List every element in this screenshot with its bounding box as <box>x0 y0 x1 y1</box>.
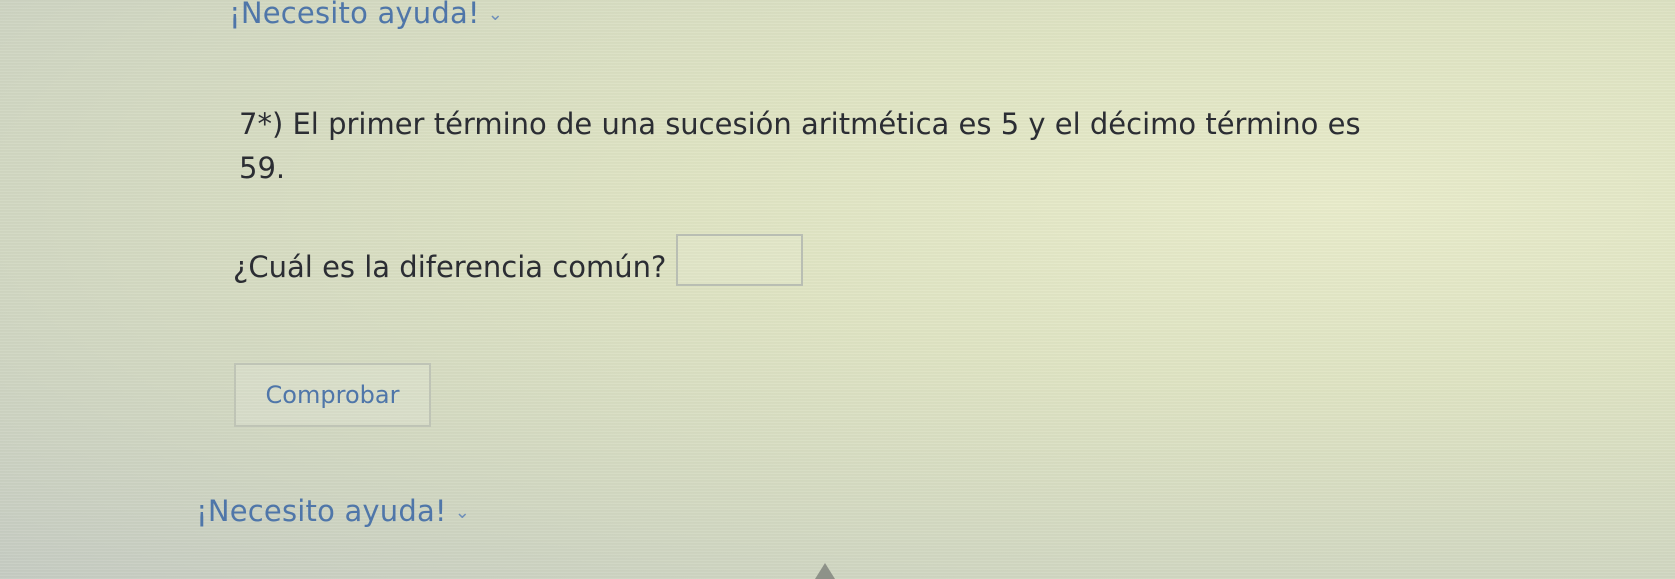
check-button-label: Comprobar <box>265 381 400 409</box>
answer-row: ¿Cuál es la diferencia común? <box>233 234 804 286</box>
help-link-top[interactable]: ¡Necesito ayuda! ⌄ <box>229 0 503 30</box>
question-text: 7*) El primer término de una sucesión ar… <box>239 107 1361 185</box>
help-link-bottom-label: ¡Necesito ayuda! <box>196 494 447 528</box>
answer-input[interactable] <box>676 234 804 286</box>
chevron-down-icon: ⌄ <box>487 4 504 25</box>
check-button[interactable]: Comprobar <box>234 363 431 427</box>
help-link-bottom[interactable]: ¡Necesito ayuda! ⌄ <box>196 494 470 528</box>
help-link-top-label: ¡Necesito ayuda! <box>229 0 480 30</box>
answer-prompt-label: ¿Cuál es la diferencia común? <box>233 250 667 284</box>
chevron-down-icon: ⌄ <box>454 502 471 523</box>
mouse-cursor-icon <box>815 563 835 579</box>
